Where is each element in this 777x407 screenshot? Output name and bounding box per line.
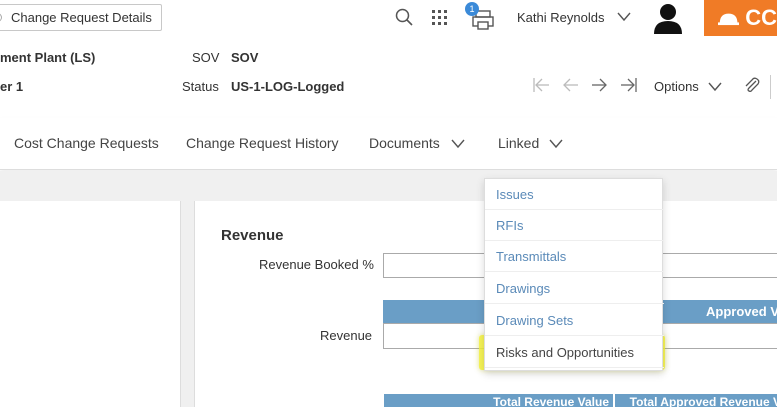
apps-grid-icon[interactable] — [432, 10, 448, 26]
revenue-section-title: Revenue — [221, 227, 284, 244]
breadcrumb-label: Change Request Details — [11, 10, 152, 25]
menu-item-risks-and-opportunities[interactable]: Risks and Opportunities — [485, 337, 664, 368]
brand-text: CC — [745, 5, 777, 30]
tab-bar: Cost Change Requests Change Request Hist… — [0, 118, 777, 170]
brand-logo: CC — [704, 0, 777, 36]
breadcrumb-button[interactable]: Change Request Details — [0, 4, 162, 31]
record-info: ment Plant (LS) er 1 SOV SOV Status US-1… — [0, 40, 777, 110]
revenue-booked-label: Revenue Booked % — [259, 257, 374, 272]
plant-name: ment Plant (LS) — [0, 50, 96, 65]
hard-hat-icon — [718, 13, 740, 26]
sov-label: SOV — [192, 50, 220, 65]
divider — [770, 75, 771, 99]
top-bar: Change Request Details 1 Kathi Reynolds … — [0, 0, 777, 38]
menu-item-drawings[interactable]: Drawings — [485, 273, 664, 304]
notification-badge: 1 — [465, 2, 479, 16]
status-label: Status — [182, 79, 219, 94]
user-name[interactable]: Kathi Reynolds — [517, 10, 604, 25]
total-approved-header-label: Total Approved Revenue V — [629, 395, 777, 407]
tab-documents[interactable]: Documents — [369, 135, 440, 151]
tab-change-request-history[interactable]: Change Request History — [186, 135, 339, 151]
paperclip-icon[interactable] — [743, 76, 761, 94]
previous-record-icon[interactable] — [562, 78, 579, 92]
chevron-down-icon[interactable] — [451, 138, 465, 150]
total-approved-header: Total Approved Revenue V — [615, 394, 777, 407]
tab-cost-change-requests[interactable]: Cost Change Requests — [14, 135, 159, 151]
search-icon[interactable] — [395, 8, 413, 26]
next-record-icon[interactable] — [591, 78, 608, 92]
approved-value-header-label: Approved V — [706, 304, 777, 319]
breadcrumb-dot-icon — [0, 13, 2, 22]
total-revenue-header-label: Total Revenue Value — [493, 395, 609, 407]
menu-item-rfis[interactable]: RFIs — [485, 210, 664, 241]
sov-value: SOV — [231, 50, 259, 65]
revenue-label: Revenue — [320, 328, 373, 343]
linked-dropdown-menu: Issues RFIs Transmittals Drawings Drawin… — [484, 178, 664, 371]
menu-item-issues[interactable]: Issues — [485, 179, 664, 210]
chevron-down-icon[interactable] — [549, 138, 563, 150]
version-name: er 1 — [0, 79, 24, 94]
record-navigation — [533, 78, 637, 92]
menu-item-drawing-sets[interactable]: Drawing Sets — [485, 305, 664, 336]
total-revenue-header: Total Revenue Value — [384, 394, 613, 407]
avatar[interactable] — [652, 2, 684, 34]
chevron-down-icon[interactable] — [617, 11, 631, 23]
last-record-icon[interactable] — [620, 78, 637, 92]
chevron-down-icon[interactable] — [708, 81, 722, 93]
options-menu[interactable]: Options — [654, 79, 699, 94]
menu-item-transmittals[interactable]: Transmittals — [485, 241, 664, 272]
status-value: US-1-LOG-Logged — [231, 79, 345, 94]
first-record-icon[interactable] — [533, 78, 550, 92]
tab-linked[interactable]: Linked — [498, 135, 539, 151]
left-panel — [0, 201, 181, 407]
